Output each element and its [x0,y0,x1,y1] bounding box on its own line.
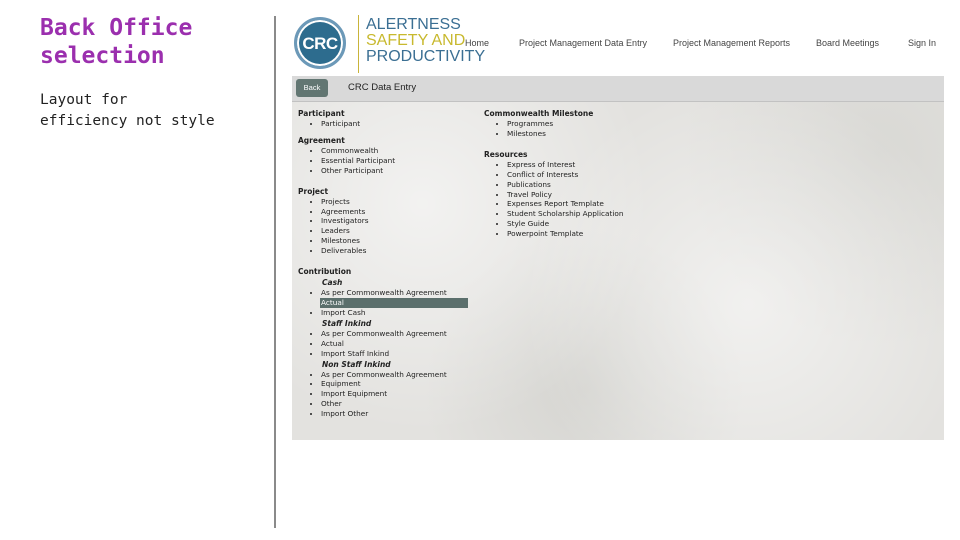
subheading-non-staff-inkind: Non Staff Inkind [322,359,391,369]
menu-item-staff-actual[interactable]: Actual [321,339,468,349]
menu-item-cash-as-per-agreement[interactable]: As per Commonwealth Agreement [321,288,468,298]
screenshot-panel: CRC ALERTNESS SAFETY AND PRODUCTIVITY Ho… [292,12,944,440]
section-heading-project: Project [298,186,329,196]
menu-item-import-cash[interactable]: Import Cash [321,308,468,318]
logo-abbr: CRC [302,34,338,53]
menu-item-nonstaff-as-per-agreement[interactable]: As per Commonwealth Agreement [321,370,468,380]
subheading-staff-inkind: Staff Inkind [322,318,372,328]
section-heading-commonwealth-milestone: Commonwealth Milestone [484,109,594,118]
logo-line-1: ALERTNESS [366,16,461,33]
menu-item-cw-milestones[interactable]: Milestones [507,129,684,139]
section-heading-agreement: Agreement [298,135,345,145]
section-heading-resources: Resources [484,149,528,159]
menu-item-conflict-of-interests[interactable]: Conflict of Interests [507,170,684,180]
menu-item-other[interactable]: Other [321,399,468,409]
menu-item-equipment[interactable]: Equipment [321,379,468,389]
menu-item-expenses-report-template[interactable]: Expenses Report Template [507,199,684,209]
crc-logo-icon: CRC [294,17,346,69]
non-staff-inkind-list: As per Commonwealth Agreement Equipment … [298,370,468,420]
menu-item-cash-actual[interactable]: Actual [320,297,468,308]
nav-pm-data-entry[interactable]: Project Management Data Entry [519,38,647,48]
menu-item-import-other[interactable]: Import Other [321,409,468,419]
menu-item-publications[interactable]: Publications [507,180,684,190]
menu-item-participant[interactable]: Participant [321,119,468,129]
toolbar: Back CRC Data Entry [292,76,944,102]
menu-item-deliverables[interactable]: Deliverables [321,246,468,256]
nav-pm-reports[interactable]: Project Management Reports [673,38,790,48]
logo-divider [358,15,359,73]
menu-item-student-scholarship[interactable]: Student Scholarship Application [507,209,684,219]
site-header: CRC ALERTNESS SAFETY AND PRODUCTIVITY Ho… [292,12,944,76]
menu-item-agreements[interactable]: Agreements [321,207,468,217]
page-title: CRC Data Entry [348,82,417,93]
menu-item-essential-participant[interactable]: Essential Participant [321,156,468,166]
participant-list: Participant [298,119,468,129]
menu-column-left: Participant Participant Agreement Common… [298,108,468,419]
slide-title: Back Office selection [40,15,193,69]
section-heading-participant: Participant [298,109,345,118]
staff-inkind-list: As per Commonwealth Agreement Actual Imp… [298,329,468,359]
menu-item-staff-as-per-agreement[interactable]: As per Commonwealth Agreement [321,329,468,339]
data-entry-menu: Participant Participant Agreement Common… [292,102,944,440]
nav-sign-in[interactable]: Sign In [908,38,936,48]
section-heading-contribution: Contribution [298,267,352,277]
menu-item-investigators[interactable]: Investigators [321,216,468,226]
menu-item-other-participant[interactable]: Other Participant [321,166,468,176]
menu-item-leaders[interactable]: Leaders [321,226,468,236]
menu-item-milestones[interactable]: Milestones [321,236,468,246]
menu-item-projects[interactable]: Projects [321,197,468,207]
resources-list: Express of Interest Conflict of Interest… [484,160,684,239]
menu-column-right: Commonwealth Milestone Programmes Milest… [484,108,684,245]
subheading-cash: Cash [322,278,343,288]
crc-logo[interactable]: CRC ALERTNESS SAFETY AND PRODUCTIVITY [294,15,485,73]
menu-item-programmes[interactable]: Programmes [507,119,684,129]
menu-item-import-equipment[interactable]: Import Equipment [321,389,468,399]
nav-board-meetings[interactable]: Board Meetings [816,38,879,48]
cash-list: As per Commonwealth Agreement Actual Imp… [298,288,468,318]
menu-item-commonwealth[interactable]: Commonwealth [321,146,468,156]
menu-item-travel-policy[interactable]: Travel Policy [507,190,684,200]
menu-item-express-of-interest[interactable]: Express of Interest [507,160,684,170]
agreement-list: Commonwealth Essential Participant Other… [298,146,468,176]
menu-item-style-guide[interactable]: Style Guide [507,219,684,229]
nav-home[interactable]: Home [465,38,489,48]
project-list: Projects Agreements Investigators Leader… [298,197,468,256]
logo-line-3: PRODUCTIVITY [366,48,486,65]
slide-subtitle: Layout for efficiency not style [40,92,215,129]
back-button[interactable]: Back [296,79,328,97]
vertical-divider [274,16,276,528]
menu-item-powerpoint-template[interactable]: Powerpoint Template [507,229,684,239]
menu-item-import-staff-inkind[interactable]: Import Staff Inkind [321,349,468,359]
milestone-list: Programmes Milestones [484,119,684,139]
